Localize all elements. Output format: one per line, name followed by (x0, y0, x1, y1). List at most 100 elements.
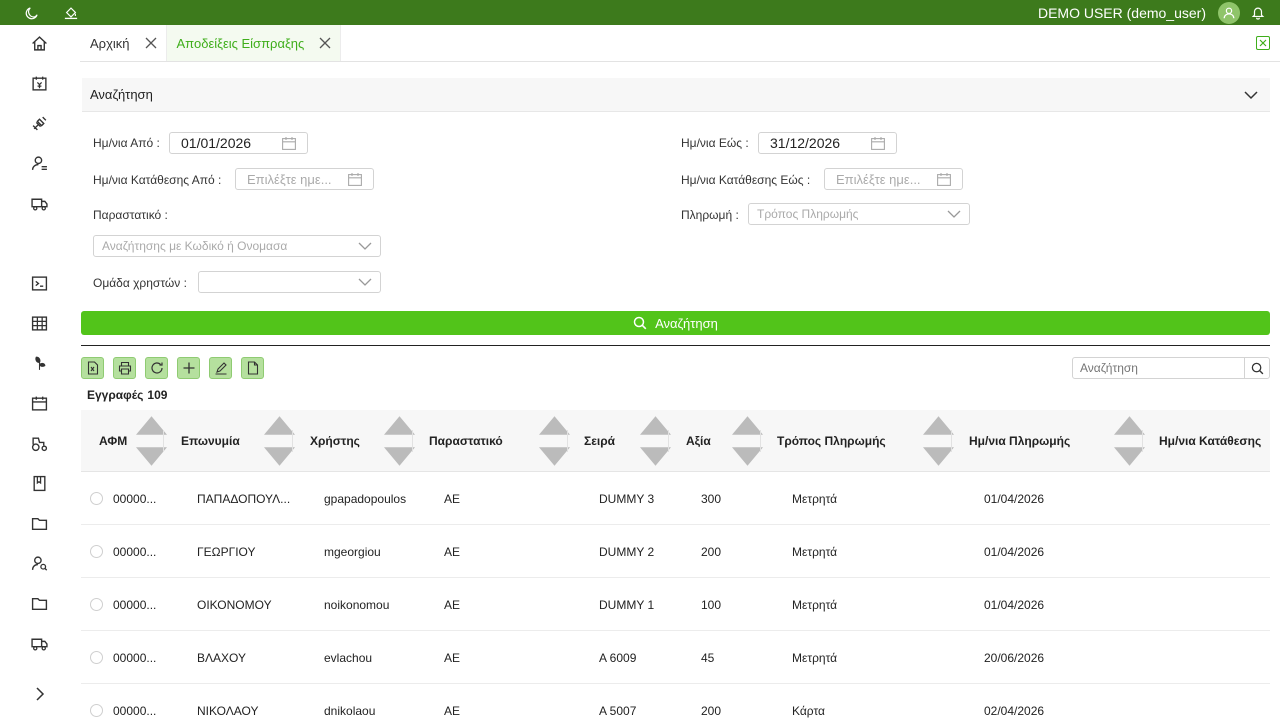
grid-search-box (1072, 357, 1270, 379)
column-separator[interactable] (412, 430, 413, 452)
satellite-icon[interactable] (30, 114, 48, 132)
table-row[interactable]: 00000... ΒΛΑΧΟΥ evlachou ΑΕ Α 6009 45 Με… (81, 631, 1270, 684)
sort-icon[interactable] (384, 410, 415, 472)
table-row[interactable]: 00000... ΝΙΚΟΛΑΟΥ dnikolaou ΑΕ Α 5007 20… (81, 684, 1270, 720)
date-to-label: Ημ/νια Εώς : (681, 136, 749, 150)
cell-amount: 200 (701, 544, 722, 559)
edit-button[interactable] (209, 357, 232, 379)
sort-icon[interactable] (732, 410, 763, 472)
cell-series: DUMMY 3 (599, 491, 655, 506)
terminal-icon[interactable] (30, 274, 48, 292)
row-radio[interactable] (90, 598, 103, 611)
sort-icon[interactable] (264, 410, 295, 472)
chevron-down-icon[interactable] (1244, 88, 1258, 102)
cell-series: DUMMY 1 (599, 597, 655, 612)
moon-icon[interactable] (25, 6, 39, 20)
search-button[interactable]: Αναζήτηση (81, 311, 1270, 335)
tab-label: Αποδείξεις Είσπραξης (176, 35, 305, 51)
table-row[interactable]: 00000... ΓΕΩΡΓΙΟΥ mgeorgiou ΑΕ DUMMY 2 2… (81, 525, 1270, 578)
column-header-amount[interactable]: Αξία (686, 410, 711, 472)
date-to-input[interactable]: 31/12/2026 (758, 132, 897, 154)
column-separator[interactable] (760, 430, 761, 452)
cell-document: ΑΕ (444, 491, 461, 506)
sort-icon[interactable] (1114, 410, 1145, 472)
cell-series: Α 6009 (599, 650, 637, 665)
calendar-icon[interactable] (937, 173, 951, 186)
column-separator[interactable] (951, 430, 952, 452)
column-header-deposit-date[interactable]: Ημ/νια Κατάθεσης (1159, 410, 1261, 472)
folder-icon[interactable] (30, 594, 48, 612)
add-button[interactable] (177, 357, 200, 379)
cell-user: dnikolaou (324, 703, 376, 718)
print-button[interactable] (113, 357, 136, 379)
bell-icon[interactable] (1250, 5, 1266, 21)
yen-calendar-icon[interactable] (30, 74, 48, 92)
leaf-icon[interactable] (30, 354, 48, 372)
column-header-document[interactable]: Παραστατικό (429, 410, 503, 472)
column-header-payment-method[interactable]: Τρόπος Πληρωμής (777, 410, 886, 472)
export-excel-button[interactable] (81, 357, 104, 379)
row-radio[interactable] (90, 492, 103, 505)
tab-receipts[interactable]: Αποδείξεις Είσπραξης (166, 25, 342, 61)
avatar-icon[interactable] (1218, 1, 1240, 24)
search-icon[interactable] (1244, 358, 1269, 378)
cell-series: Α 5007 (599, 703, 637, 718)
tractor-icon[interactable] (30, 434, 48, 452)
table-row[interactable]: 00000... ΠΑΠΑΔΟΠΟΥΛ... gpapadopoulos ΑΕ … (81, 472, 1270, 525)
row-radio[interactable] (90, 651, 103, 664)
cell-afm: 00000... (113, 650, 157, 665)
add-icon (183, 362, 194, 374)
column-header-afm[interactable]: ΑΦΜ (99, 410, 127, 472)
search-panel-header[interactable]: Αναζήτηση (82, 78, 1270, 112)
column-header-name[interactable]: Επωνυμία (181, 410, 240, 472)
grid-search-input[interactable] (1073, 358, 1245, 378)
deposit-from-input[interactable]: Επιλέξτε ημε... (235, 168, 374, 190)
sort-icon[interactable] (640, 410, 671, 472)
chevron-right-icon[interactable] (32, 686, 48, 702)
column-header-payment-date[interactable]: Ημ/νια Πληρωμής (969, 410, 1070, 472)
user-group-select[interactable] (198, 271, 381, 293)
cell-document: ΑΕ (444, 650, 461, 665)
tab-home[interactable]: Αρχική (80, 25, 167, 61)
close-icon[interactable] (318, 36, 332, 50)
column-header-user[interactable]: Χρήστης (310, 410, 360, 472)
column-separator[interactable] (292, 430, 293, 452)
folder-icon[interactable] (30, 514, 48, 532)
cell-amount: 100 (701, 597, 722, 612)
column-separator[interactable] (163, 430, 164, 452)
sort-icon[interactable] (539, 410, 570, 472)
calendar-icon[interactable] (282, 137, 296, 150)
user-list-icon[interactable] (30, 154, 48, 172)
cell-user: noikonomou (324, 597, 390, 612)
truck-icon[interactable] (30, 194, 48, 212)
calendar-icon[interactable] (348, 173, 362, 186)
column-separator[interactable] (668, 430, 669, 452)
payment-method-select[interactable]: Τρόπος Πληρωμής (748, 203, 970, 225)
sort-icon[interactable] (923, 410, 954, 472)
refresh-button[interactable] (145, 357, 168, 379)
row-radio[interactable] (90, 545, 103, 558)
column-separator[interactable] (1142, 430, 1143, 452)
deposit-to-input[interactable]: Επιλέξτε ημε... (824, 168, 963, 190)
close-icon[interactable] (144, 36, 158, 50)
user-search-icon[interactable] (30, 554, 48, 572)
truck-icon[interactable] (30, 634, 48, 652)
home-icon[interactable] (30, 34, 48, 52)
user-name-label[interactable]: DEMO USER (demo_user) (1038, 5, 1206, 21)
cell-amount: 200 (701, 703, 722, 718)
column-separator[interactable] (567, 430, 568, 452)
cell-name: ΟΙΚΟΝΟΜΟΥ (197, 597, 272, 612)
row-radio[interactable] (90, 704, 103, 717)
document-select[interactable]: Αναζήτησης με Κωδικό ή Ονομασα (93, 235, 381, 257)
book-icon[interactable] (30, 474, 48, 492)
close-all-tabs-icon[interactable] (1256, 36, 1270, 50)
document-button[interactable] (241, 357, 264, 379)
date-from-input[interactable]: 01/01/2026 (169, 132, 308, 154)
table-row[interactable]: 00000... ΟΙΚΟΝΟΜΟΥ noikonomou ΑΕ DUMMY 1… (81, 578, 1270, 631)
column-header-series[interactable]: Σειρά (584, 410, 615, 472)
calendar-icon[interactable] (30, 394, 48, 412)
calendar-icon[interactable] (871, 137, 885, 150)
table-icon[interactable] (30, 314, 48, 332)
table-header: ΑΦΜ Επωνυμία Χρήστης Παραστατικό Σειρά Α… (81, 410, 1270, 472)
paint-bucket-icon[interactable] (64, 6, 78, 20)
